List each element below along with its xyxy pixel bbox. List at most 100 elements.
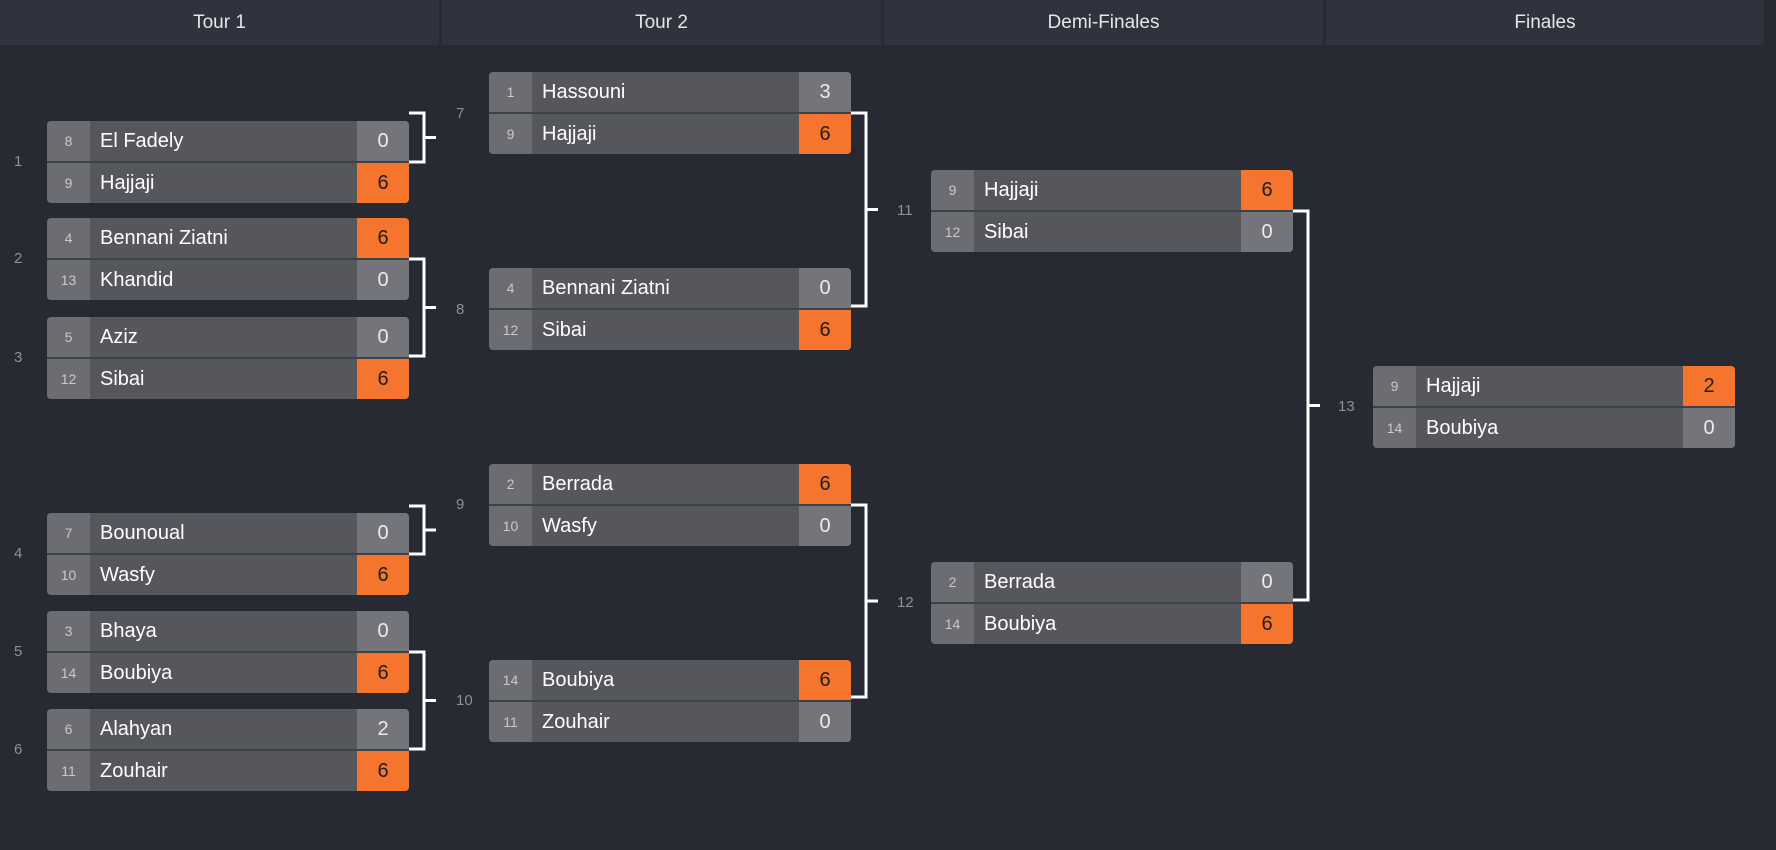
match-12[interactable]: 2 Berrada 0 14 Boubiya 6 [931, 562, 1293, 644]
team-row[interactable]: 7 Bounoual 0 [47, 513, 409, 553]
team-name: Bennani Ziatni [100, 227, 228, 249]
team-seed: 9 [489, 114, 532, 154]
team-row[interactable]: 8 El Fadely 0 [47, 121, 409, 161]
team-score: 0 [357, 317, 409, 357]
team-row[interactable]: 9 Hajjaji 6 [47, 163, 409, 203]
team-name: Sibai [100, 368, 145, 390]
team-name: Zouhair [542, 711, 610, 733]
team-row[interactable]: 10 Wasfy 0 [489, 506, 851, 546]
team-row[interactable]: 3 Bhaya 0 [47, 611, 409, 651]
team-name: Alahyan [100, 718, 173, 740]
match-number: 3 [14, 349, 23, 366]
team-row[interactable]: 1 Hassouni 3 [489, 72, 851, 112]
team-seed: 10 [47, 555, 90, 595]
team-name: Boubiya [100, 662, 173, 684]
team-score: 6 [1241, 170, 1293, 210]
match-number: 8 [456, 301, 465, 318]
row-divider [47, 651, 409, 653]
team-row[interactable]: 10 Wasfy 6 [47, 555, 409, 595]
row-divider [489, 504, 851, 506]
team-name: Boubiya [1426, 417, 1499, 439]
team-seed: 12 [47, 359, 90, 399]
team-seed: 3 [47, 611, 90, 651]
team-row[interactable]: 9 Hajjaji 6 [931, 170, 1293, 210]
team-row[interactable]: 11 Zouhair 0 [489, 702, 851, 742]
team-row[interactable]: 12 Sibai 0 [931, 212, 1293, 252]
team-name: Bennani Ziatni [542, 277, 670, 299]
match-2[interactable]: 4 Bennani Ziatni 6 13 Khandid 0 [47, 218, 409, 300]
team-seed: 4 [47, 218, 90, 258]
team-score: 0 [357, 513, 409, 553]
team-score: 0 [357, 611, 409, 651]
match-8[interactable]: 4 Bennani Ziatni 0 12 Sibai 6 [489, 268, 851, 350]
match-number: 5 [14, 643, 23, 660]
team-row[interactable]: 12 Sibai 6 [489, 310, 851, 350]
team-seed: 4 [489, 268, 532, 308]
team-name: Hajjaji [1426, 375, 1481, 397]
team-name: Hajjaji [984, 179, 1039, 201]
team-score: 6 [357, 163, 409, 203]
team-seed: 9 [1373, 366, 1416, 406]
team-row[interactable]: 4 Bennani Ziatni 6 [47, 218, 409, 258]
team-name: Sibai [542, 319, 587, 341]
team-row[interactable]: 9 Hajjaji 6 [489, 114, 851, 154]
team-name: Boubiya [542, 669, 615, 691]
team-name: Bhaya [100, 620, 157, 642]
team-score: 6 [357, 555, 409, 595]
team-score: 6 [357, 218, 409, 258]
team-name: Khandid [100, 269, 174, 291]
team-seed: 10 [489, 506, 532, 546]
row-divider [931, 602, 1293, 604]
team-row[interactable]: 12 Sibai 6 [47, 359, 409, 399]
team-row[interactable]: 13 Khandid 0 [47, 260, 409, 300]
match-13[interactable]: 9 Hajjaji 2 14 Boubiya 0 [1373, 366, 1735, 448]
match-9[interactable]: 2 Berrada 6 10 Wasfy 0 [489, 464, 851, 546]
team-seed: 1 [489, 72, 532, 112]
team-name: Aziz [100, 326, 138, 348]
team-name: Zouhair [100, 760, 168, 782]
team-score: 6 [357, 359, 409, 399]
team-row[interactable]: 4 Bennani Ziatni 0 [489, 268, 851, 308]
team-seed: 12 [931, 212, 974, 252]
team-seed: 11 [489, 702, 532, 742]
team-row[interactable]: 14 Boubiya 6 [47, 653, 409, 693]
team-row[interactable]: 14 Boubiya 6 [931, 604, 1293, 644]
team-row[interactable]: 2 Berrada 6 [489, 464, 851, 504]
team-score: 6 [799, 464, 851, 504]
team-seed: 6 [47, 709, 90, 749]
team-row[interactable]: 14 Boubiya 6 [489, 660, 851, 700]
team-seed: 14 [931, 604, 974, 644]
match-5[interactable]: 3 Bhaya 0 14 Boubiya 6 [47, 611, 409, 693]
team-seed: 12 [489, 310, 532, 350]
team-score: 3 [799, 72, 851, 112]
team-row[interactable]: 6 Alahyan 2 [47, 709, 409, 749]
team-row[interactable]: 14 Boubiya 0 [1373, 408, 1735, 448]
team-name: Hassouni [542, 81, 626, 103]
team-score: 0 [1683, 408, 1735, 448]
match-6[interactable]: 6 Alahyan 2 11 Zouhair 6 [47, 709, 409, 791]
team-name: Wasfy [100, 564, 155, 586]
match-number: 1 [14, 153, 23, 170]
row-divider [47, 161, 409, 163]
match-7[interactable]: 1 Hassouni 3 9 Hajjaji 6 [489, 72, 851, 154]
team-row[interactable]: 9 Hajjaji 2 [1373, 366, 1735, 406]
match-4[interactable]: 7 Bounoual 0 10 Wasfy 6 [47, 513, 409, 595]
match-number: 9 [456, 496, 465, 513]
team-row[interactable]: 5 Aziz 0 [47, 317, 409, 357]
team-row[interactable]: 11 Zouhair 6 [47, 751, 409, 791]
match-10[interactable]: 14 Boubiya 6 11 Zouhair 0 [489, 660, 851, 742]
team-name: Berrada [984, 571, 1056, 593]
team-score: 0 [1241, 212, 1293, 252]
match-number: 12 [897, 594, 914, 611]
team-score: 6 [799, 310, 851, 350]
team-seed: 11 [47, 751, 90, 791]
team-score: 6 [357, 653, 409, 693]
match-1[interactable]: 8 El Fadely 0 9 Hajjaji 6 [47, 121, 409, 203]
team-score: 0 [799, 702, 851, 742]
team-seed: 14 [1373, 408, 1416, 448]
match-11[interactable]: 9 Hajjaji 6 12 Sibai 0 [931, 170, 1293, 252]
team-seed: 14 [47, 653, 90, 693]
team-seed: 2 [931, 562, 974, 602]
match-3[interactable]: 5 Aziz 0 12 Sibai 6 [47, 317, 409, 399]
team-row[interactable]: 2 Berrada 0 [931, 562, 1293, 602]
